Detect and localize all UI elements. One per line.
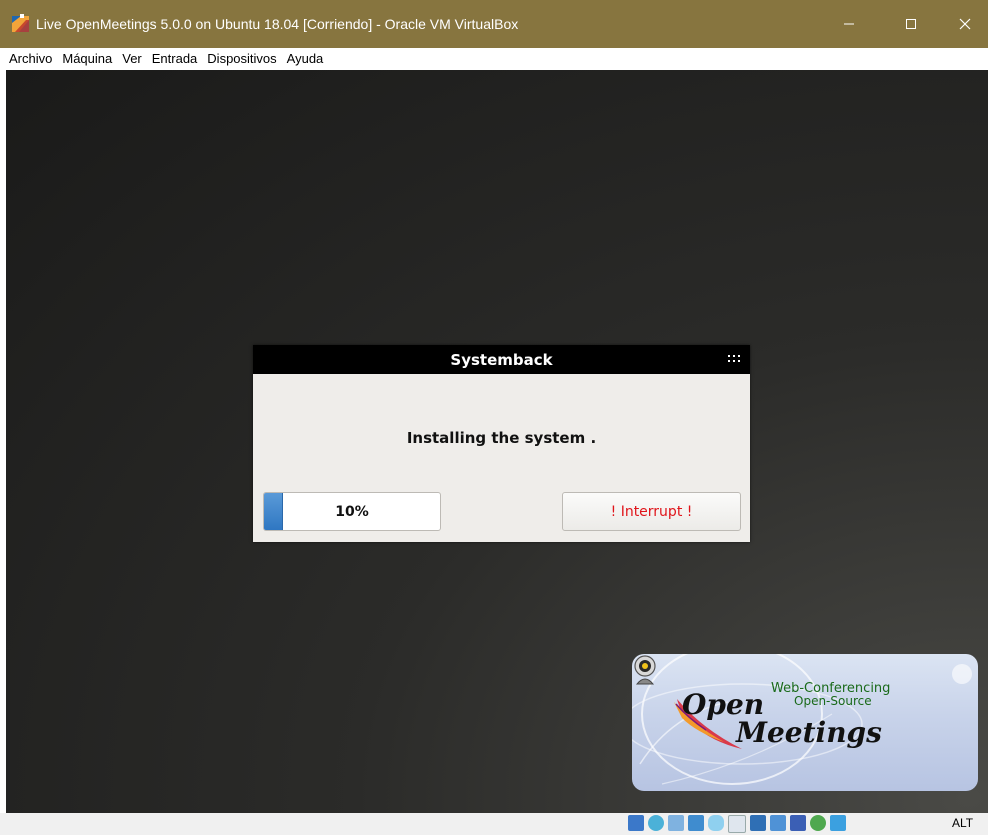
menu-entrada[interactable]: Entrada — [147, 48, 203, 70]
status-bar: ALT — [0, 813, 988, 835]
host-key-indicator: ALT — [952, 816, 974, 830]
systemback-dialog: Systemback Installing the system . 10% !… — [253, 345, 750, 542]
mouse-integration-icon[interactable] — [830, 815, 846, 831]
dialog-title-bar[interactable]: Systemback — [253, 345, 750, 374]
close-icon — [959, 18, 971, 30]
openmeetings-logo: Open Meetings Web-Conferencing Open-Sour… — [632, 654, 978, 791]
menu-archivo[interactable]: Archivo — [0, 48, 57, 70]
vm-screen[interactable]: Systemback Installing the system . 10% !… — [6, 70, 988, 813]
audio-icon[interactable] — [668, 815, 684, 831]
webcam-icon — [634, 655, 656, 685]
menu-ver[interactable]: Ver — [117, 48, 147, 70]
progress-label: 10% — [335, 503, 369, 520]
dialog-menu-icon[interactable] — [728, 354, 740, 364]
menu-bar: Archivo Máquina Ver Entrada Dispositivos… — [0, 48, 988, 70]
dialog-title: Systemback — [450, 350, 553, 369]
minimize-icon — [844, 23, 854, 25]
menu-maquina[interactable]: Máquina — [57, 48, 117, 70]
menu-ayuda[interactable]: Ayuda — [282, 48, 329, 70]
minimize-button[interactable] — [826, 0, 872, 48]
logo-tagline-2: Open-Source — [794, 694, 872, 708]
maximize-button[interactable] — [888, 0, 934, 48]
window-title-bar[interactable]: Live OpenMeetings 5.0.0 on Ubuntu 18.04 … — [0, 0, 988, 48]
video-capture-icon[interactable] — [790, 815, 806, 831]
network-icon[interactable] — [688, 815, 704, 831]
progress-bar: 10% — [263, 492, 441, 531]
usb-icon[interactable] — [708, 815, 724, 831]
optical-drive-icon[interactable] — [648, 815, 664, 831]
display-icon[interactable] — [750, 815, 766, 831]
maximize-icon — [906, 19, 916, 29]
logo-word-meetings: Meetings — [736, 716, 882, 749]
interrupt-button[interactable]: ! Interrupt ! — [562, 492, 741, 531]
cpu-icon[interactable] — [810, 815, 826, 831]
shared-folders-icon[interactable] — [728, 815, 746, 833]
status-message: Installing the system . — [406, 429, 597, 447]
screen-capture-icon[interactable] — [770, 815, 786, 831]
virtualbox-icon — [12, 14, 29, 32]
window-title: Live OpenMeetings 5.0.0 on Ubuntu 18.04 … — [36, 16, 519, 32]
menu-dispositivos[interactable]: Dispositivos — [202, 48, 281, 70]
close-button[interactable] — [942, 0, 988, 48]
hard-disk-icon[interactable] — [628, 815, 644, 831]
